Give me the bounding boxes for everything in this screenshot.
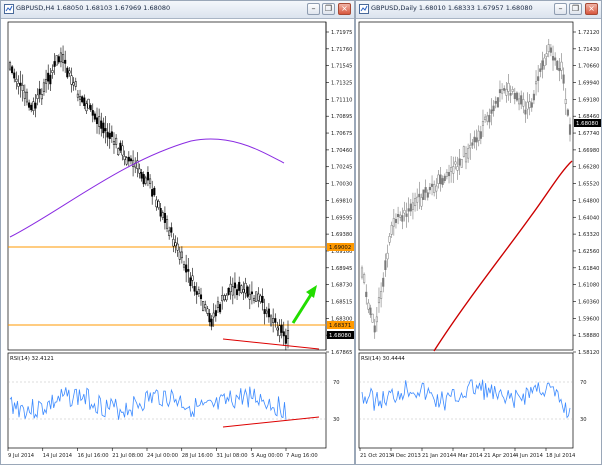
time-tick-label: 21 Jan 2014 [422, 453, 454, 459]
rsi-tick-70: 70 [333, 380, 340, 386]
price-tick-label: 1.58120 [578, 350, 599, 356]
price-tick-label: 1.72120 [578, 30, 599, 36]
price-axis: 1.721201.714301.706601.699401.691801.684… [573, 30, 599, 356]
price-tick-label: 1.70030 [331, 182, 352, 188]
rsi-label: RSI(14) 32.4121 [10, 356, 54, 362]
price-tick-label: 1.71760 [331, 47, 352, 53]
price-tick-label: 1.59600 [578, 316, 599, 322]
moving-average-line[interactable] [433, 160, 573, 352]
price-tick-label: 1.71325 [331, 81, 352, 87]
price-tick-label: 1.58880 [578, 333, 599, 339]
price-tick-label: 1.62560 [578, 249, 599, 255]
level-tag-lower-text: 1.68371 [329, 323, 351, 329]
h4-chart-canvas[interactable]: 1.71975 1.71760 1.71545 1.71325 1.71110 1.708… [1, 1, 354, 464]
time-tick-label: 4 Jun 2014 [515, 453, 544, 459]
price-tick-label: 1.70245 [331, 165, 352, 171]
price-axis: 1.71975 1.71760 1.71545 1.71325 1.71110 1.708… [326, 30, 352, 356]
time-tick-label: 21 Oct 2013 [360, 453, 392, 459]
price-tick-label: 1.70660 [578, 64, 599, 70]
moving-average-line[interactable] [9, 138, 285, 238]
time-tick-label: 16 Jul 16:00 [78, 453, 109, 459]
time-tick-label: 18 Jul 2014 [546, 453, 576, 459]
price-tick-label: 1.70895 [331, 114, 352, 120]
time-tick-label: 4 Mar 2014 [453, 453, 483, 459]
price-tick-label: 1.64040 [578, 215, 599, 221]
rsi-panel [358, 352, 574, 449]
candlestick-series [8, 45, 290, 351]
rsi-line [9, 386, 287, 420]
time-tick-label: 9 Jul 2014 [8, 453, 35, 459]
price-tick-label: 1.65520 [578, 182, 599, 188]
price-tick-label: 1.71545 [331, 64, 352, 70]
time-tick-label: 4 Dec 2013 [391, 453, 421, 459]
rsi-label: RSI(14) 30.4444 [361, 356, 405, 362]
time-tick-label: 21 Jul 08:00 [112, 453, 143, 459]
chart-window-h4[interactable]: GBPUSD,H4 1.68050 1.68103 1.67969 1.6808… [0, 0, 355, 465]
price-tick-label: 1.66980 [578, 148, 599, 154]
price-tick-label: 1.63320 [578, 232, 599, 238]
time-tick-label: 28 Jul 16:00 [182, 453, 213, 459]
price-tick-label: 1.69180 [578, 97, 599, 103]
rsi-tick-30: 30 [580, 417, 587, 423]
price-tick-label: 1.69380 [331, 232, 352, 238]
price-tick-label: 1.70460 [331, 148, 352, 154]
time-axis: 9 Jul 2014 14 Jul 2014 16 Jul 16:00 21 Jul … [7, 448, 318, 459]
price-tick-label: 1.64800 [578, 198, 599, 204]
price-tick-label: 1.71110 [331, 97, 352, 103]
price-tick-label: 1.61080 [578, 283, 599, 289]
price-tick-label: 1.67865 [331, 350, 352, 356]
price-tick-label: 1.61840 [578, 266, 599, 272]
time-tick-label: 7 Aug 16:00 [286, 453, 318, 459]
rsi-tick-30: 30 [333, 417, 340, 423]
rsi-tick-70: 70 [580, 380, 587, 386]
current-price-tag-text: 1.68080 [576, 121, 599, 127]
price-tick-label: 1.67740 [578, 131, 599, 137]
time-tick-label: 21 Apr 2014 [484, 453, 517, 459]
price-tick-label: 1.68945 [331, 266, 352, 272]
time-tick-label: 24 Jul 00:00 [147, 453, 178, 459]
price-tick-label: 1.68730 [331, 283, 352, 289]
price-tick-label: 1.71430 [578, 47, 599, 53]
price-tick-label: 1.68515 [331, 299, 352, 305]
price-tick-label: 1.69810 [331, 198, 352, 204]
current-price-tag-text: 1.68080 [329, 333, 352, 339]
price-tick-label: 1.69595 [331, 215, 352, 221]
chart-window-daily[interactable]: GBPUSD,Daily 1.68010 1.68333 1.67957 1.6… [355, 0, 602, 465]
price-tick-label: 1.69940 [578, 81, 599, 87]
rsi-trendline[interactable] [222, 416, 320, 428]
price-tick-label: 1.71975 [331, 30, 352, 36]
price-panel [7, 21, 327, 351]
price-tick-label: 1.66280 [578, 165, 599, 171]
time-tick-label: 14 Jul 2014 [43, 453, 73, 459]
price-tick-label: 1.70675 [331, 131, 352, 137]
daily-chart-canvas[interactable]: 1.721201.714301.706601.699401.691801.684… [356, 1, 601, 464]
bullish-arrow[interactable] [291, 285, 317, 324]
candlestick-series [360, 38, 572, 339]
time-axis: 21 Oct 20134 Dec 2013 21 Jan 2014 4 Mar 20… [359, 448, 576, 459]
level-tag-upper-text: 1.69002 [329, 245, 351, 251]
time-tick-label: 31 Jul 08:00 [217, 453, 248, 459]
time-tick-label: 5 Aug 00:00 [251, 453, 283, 459]
rsi-line [361, 379, 571, 419]
price-tick-label: 1.60360 [578, 299, 599, 305]
price-trendline[interactable] [222, 338, 320, 350]
